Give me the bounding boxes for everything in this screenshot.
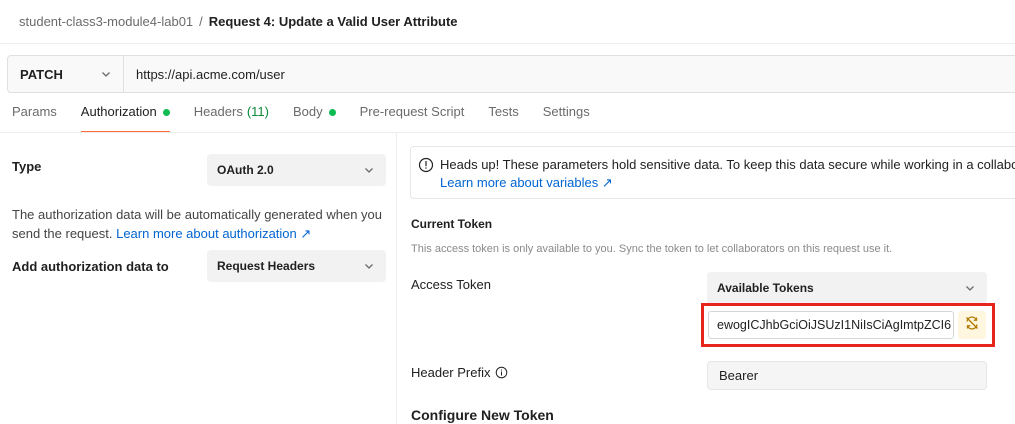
request-url-bar: PATCH https://api.acme.com/user bbox=[7, 55, 1015, 93]
available-tokens-select[interactable]: Available Tokens bbox=[707, 272, 987, 304]
auth-config-pane: Type OAuth 2.0 The authorization data wi… bbox=[0, 133, 397, 424]
breadcrumb-collection-link[interactable]: student-class3-module4-lab01 bbox=[19, 14, 193, 29]
method-label: PATCH bbox=[20, 66, 63, 82]
chevron-down-icon bbox=[364, 261, 374, 271]
sync-off-icon bbox=[964, 315, 980, 336]
tab-params[interactable]: Params bbox=[12, 104, 57, 132]
current-token-subtitle: This access token is only available to y… bbox=[411, 243, 893, 255]
auth-type-value: OAuth 2.0 bbox=[217, 163, 274, 177]
alert-text: Heads up! These parameters hold sensitiv… bbox=[440, 157, 1015, 172]
tab-label: Tests bbox=[488, 104, 519, 119]
header-prefix-input[interactable]: Bearer bbox=[707, 361, 987, 390]
method-select[interactable]: PATCH bbox=[8, 56, 124, 92]
tab-body[interactable]: Body bbox=[293, 104, 336, 132]
tab-label: Authorization bbox=[80, 104, 157, 119]
info-icon bbox=[418, 157, 434, 178]
tab-pre-request-script[interactable]: Pre-request Script bbox=[360, 104, 465, 132]
request-tabs: Params Authorization Headers (11) Body Pr… bbox=[0, 104, 602, 133]
headers-count: (11) bbox=[246, 104, 269, 119]
token-highlight-box: ewogICJhbGciOiJSUzI1NiIsCiAgImtpZCI6 bbox=[701, 303, 995, 347]
tab-label: Pre-request Script bbox=[359, 104, 465, 119]
status-dot-icon bbox=[328, 109, 336, 116]
header-prefix-label: Header Prefix bbox=[411, 365, 508, 380]
tab-label: Body bbox=[292, 104, 323, 119]
add-auth-data-select[interactable]: Request Headers bbox=[207, 250, 386, 282]
status-dot-icon bbox=[162, 109, 170, 116]
breadcrumb: student-class3-module4-lab01 / Request 4… bbox=[0, 0, 1015, 44]
add-auth-data-label: Add authorization data to bbox=[12, 259, 169, 274]
access-token-input[interactable]: ewogICJhbGciOiJSUzI1NiIsCiAgImtpZCI6 bbox=[708, 311, 954, 339]
current-token-title: Current Token bbox=[411, 217, 493, 231]
chevron-down-icon bbox=[101, 69, 111, 79]
sync-token-button[interactable] bbox=[958, 311, 986, 339]
tab-label: Params bbox=[12, 104, 57, 119]
tab-settings[interactable]: Settings bbox=[543, 104, 590, 132]
type-label: Type bbox=[12, 159, 42, 174]
request-title[interactable]: Request 4: Update a Valid User Attribute bbox=[209, 14, 458, 29]
token-pane: Heads up! These parameters hold sensitiv… bbox=[398, 133, 1015, 424]
tab-tests[interactable]: Tests bbox=[488, 104, 518, 132]
url-input[interactable]: https://api.acme.com/user bbox=[124, 67, 285, 82]
learn-more-variables-link[interactable]: Learn more about variables ↗ bbox=[440, 174, 613, 192]
breadcrumb-separator: / bbox=[199, 14, 203, 29]
tab-label: Headers bbox=[193, 104, 243, 119]
available-tokens-value: Available Tokens bbox=[717, 281, 814, 295]
chevron-down-icon bbox=[364, 165, 374, 175]
auth-description: The authorization data will be automatic… bbox=[12, 205, 387, 243]
tab-authorization[interactable]: Authorization bbox=[80, 104, 170, 133]
info-icon[interactable] bbox=[495, 366, 508, 379]
tab-label: Settings bbox=[542, 104, 590, 119]
auth-type-select[interactable]: OAuth 2.0 bbox=[207, 154, 386, 186]
access-token-label: Access Token bbox=[411, 277, 491, 292]
sensitive-data-alert: Heads up! These parameters hold sensitiv… bbox=[410, 146, 1015, 199]
add-auth-data-value: Request Headers bbox=[217, 259, 316, 273]
chevron-down-icon bbox=[965, 283, 975, 293]
configure-new-token-title: Configure New Token bbox=[411, 407, 554, 423]
header-prefix-label-text: Header Prefix bbox=[411, 365, 491, 380]
learn-more-authorization-link[interactable]: Learn more about authorization ↗ bbox=[116, 226, 311, 241]
tab-headers[interactable]: Headers (11) bbox=[194, 104, 269, 132]
